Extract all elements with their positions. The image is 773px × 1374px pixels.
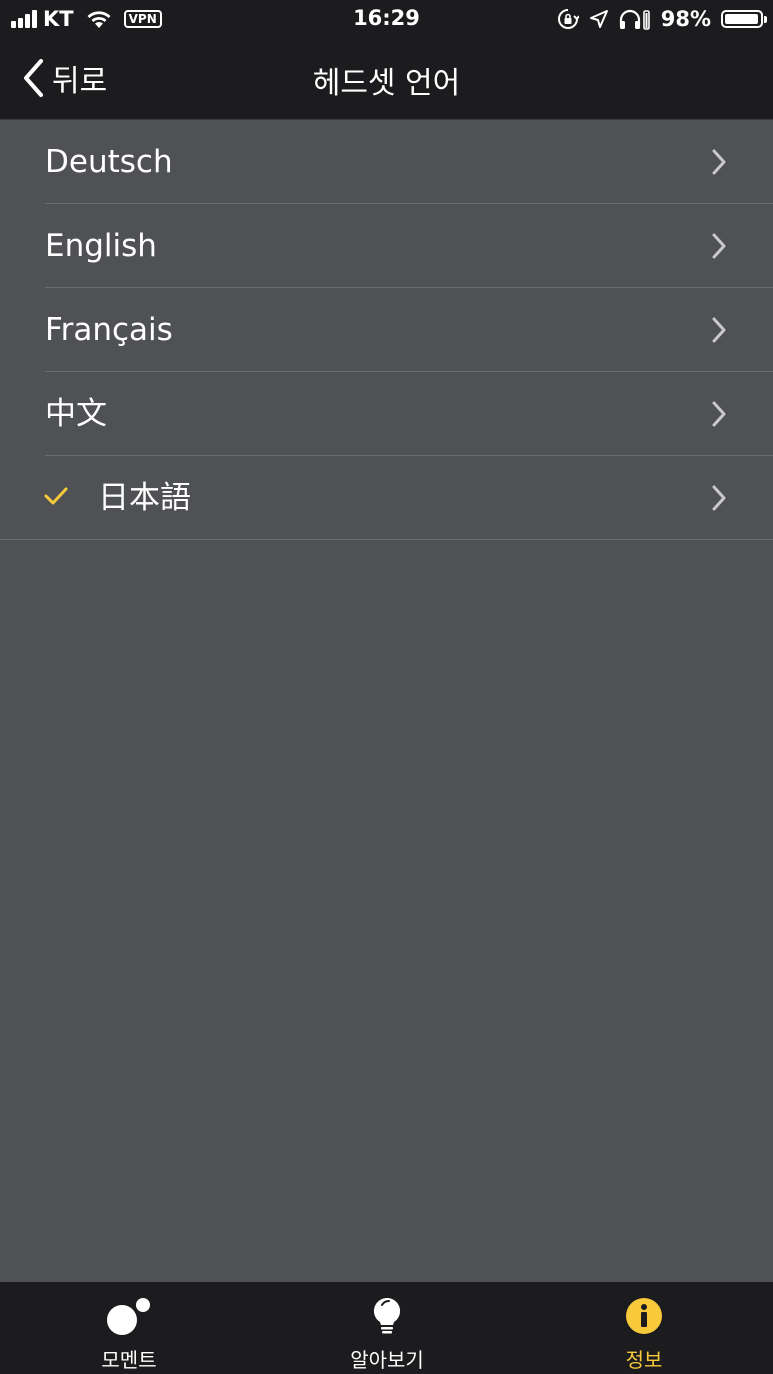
chevron-right-icon bbox=[712, 401, 726, 427]
navigation-bar: 뒤로 헤드셋 언어 bbox=[0, 38, 773, 120]
chevron-right-icon bbox=[712, 233, 726, 259]
moments-icon bbox=[107, 1298, 150, 1335]
tab-moments[interactable]: 모멘트 bbox=[0, 1282, 258, 1374]
checkmark-icon bbox=[44, 487, 68, 505]
language-row-deutsch[interactable]: Deutsch bbox=[0, 120, 773, 204]
tab-label: 알아보기 bbox=[350, 1348, 424, 1372]
info-icon bbox=[626, 1298, 662, 1334]
headset-language-screen: KT VPN 16:29 98% 뒤로 헤드셋 언어 Deutsch Engli… bbox=[0, 0, 773, 1374]
tab-discover[interactable]: 알아보기 bbox=[258, 1282, 516, 1374]
battery-icon bbox=[721, 10, 767, 28]
language-row-chinese[interactable]: 中文 bbox=[0, 372, 773, 456]
language-label: Français bbox=[45, 312, 173, 348]
chevron-right-icon bbox=[712, 317, 726, 343]
chevron-right-icon bbox=[712, 149, 726, 175]
language-label: English bbox=[45, 228, 157, 264]
language-row-japanese[interactable]: 日本語 bbox=[0, 456, 773, 540]
headphones-battery-icon bbox=[619, 9, 650, 30]
location-icon bbox=[589, 10, 608, 28]
language-list: Deutsch English Français 中文 日本語 bbox=[0, 120, 773, 540]
rotation-lock-icon bbox=[557, 9, 579, 29]
language-label: 中文 bbox=[45, 396, 107, 432]
chevron-right-icon bbox=[712, 485, 726, 511]
page-title: 헤드셋 언어 bbox=[312, 66, 461, 101]
tab-label: 모멘트 bbox=[101, 1348, 157, 1372]
tab-label: 정보 bbox=[625, 1348, 663, 1372]
status-bar: KT VPN 16:29 98% bbox=[0, 0, 773, 38]
language-label: 日本語 bbox=[98, 480, 191, 516]
status-bar-right: 98% bbox=[557, 6, 767, 32]
lightbulb-icon bbox=[373, 1297, 401, 1334]
tab-info[interactable]: 정보 bbox=[515, 1282, 773, 1374]
tab-bar: 모멘트 알아보기 정보 bbox=[0, 1282, 773, 1374]
language-row-english[interactable]: English bbox=[0, 204, 773, 288]
language-row-francais[interactable]: Français bbox=[0, 288, 773, 372]
battery-percent: 98% bbox=[660, 7, 711, 31]
language-label: Deutsch bbox=[45, 144, 173, 180]
row-separator bbox=[0, 539, 773, 540]
